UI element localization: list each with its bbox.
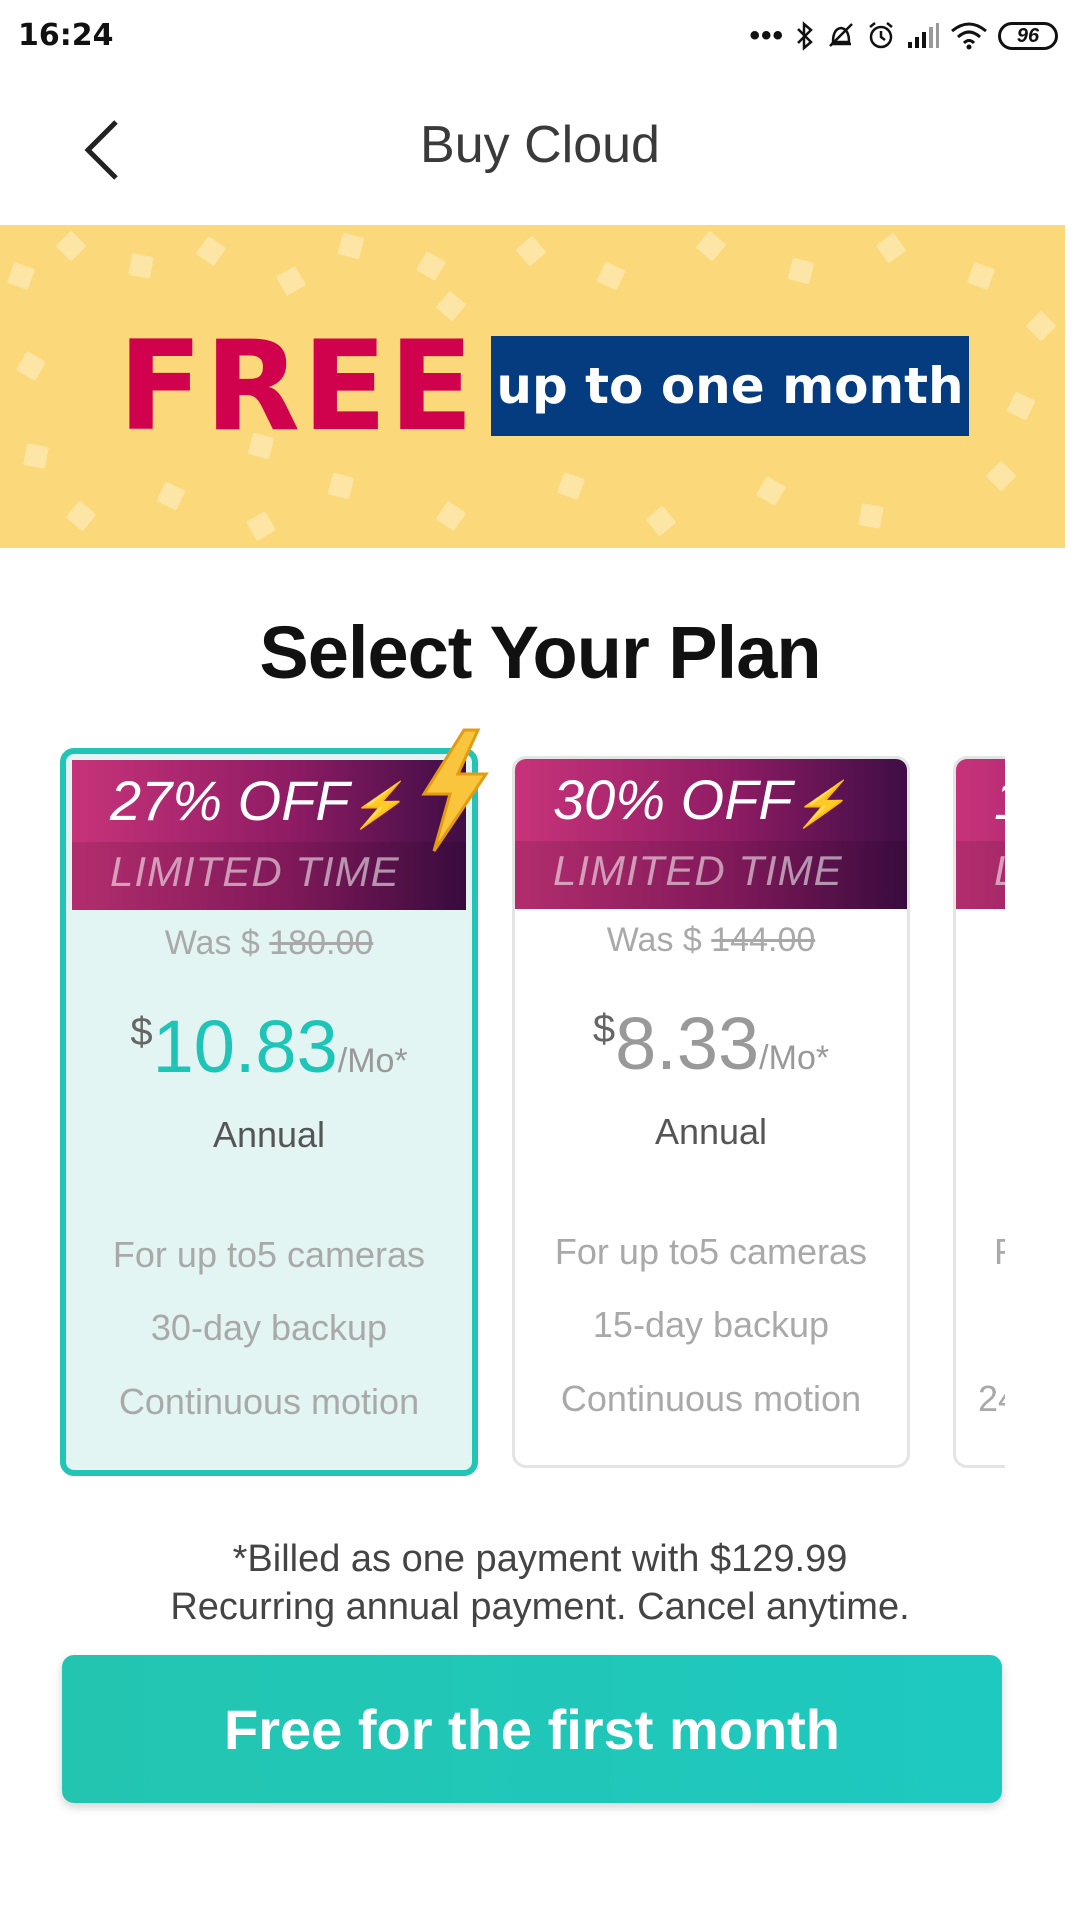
bluetooth-icon xyxy=(797,21,813,51)
lightning-bolt-icon xyxy=(421,728,489,852)
billing-line-2: Recurring annual payment. Cancel anytime… xyxy=(170,1586,910,1628)
bolt-icon: ⚡ xyxy=(792,780,848,830)
billing-line-1: *Billed as one payment with $129.99 xyxy=(232,1538,848,1580)
promo-banner[interactable]: FREE up to one month xyxy=(0,225,1065,548)
plan-card-annual-27[interactable]: 27% OFF⚡ LIMITED TIME Was $ 180.00 $10.8… xyxy=(60,748,478,1476)
more-dots-icon: ••• xyxy=(749,19,784,52)
plan-feature: For up to5 cameras xyxy=(112,1234,426,1275)
battery-icon: 96 xyxy=(998,22,1058,50)
plan-limited-label: LIMITED TIME xyxy=(553,847,843,894)
status-time: 16:24 xyxy=(18,18,114,53)
plan-discount: 1 xyxy=(994,767,1005,832)
free-trial-button[interactable]: Free for the first month xyxy=(62,1655,1002,1803)
section-title: Select Your Plan xyxy=(259,611,821,694)
wifi-icon xyxy=(951,22,987,50)
plan-limited-label: LIMITED TIME xyxy=(110,848,400,895)
plan-feature: 15-day backup xyxy=(592,1304,830,1345)
plan-feature: F xyxy=(994,1231,1005,1273)
plan-feature: For up to5 cameras xyxy=(554,1231,868,1272)
plan-feature: Continuous motion xyxy=(560,1378,862,1419)
alarm-icon xyxy=(869,22,893,49)
plan-card-annual-30[interactable]: 30% OFF⚡ LIMITED TIME Was $ 144.00 $8.33… xyxy=(512,756,910,1468)
plan-feature: 30-day backup xyxy=(150,1307,388,1348)
banner-free-text: FREE xyxy=(118,315,476,459)
plan-carousel[interactable]: 27% OFF⚡ LIMITED TIME Was $ 180.00 $10.8… xyxy=(60,748,1005,1478)
banner-subtitle: up to one month xyxy=(491,336,969,436)
plan-feature: Continuous motion xyxy=(118,1381,420,1422)
plan-was-price: Was $ 180.00 xyxy=(164,924,374,962)
plan-period: Annual xyxy=(212,1114,326,1155)
status-icons: ••• 96 xyxy=(749,16,1058,56)
plan-period: Annual xyxy=(654,1111,768,1152)
billing-note: *Billed as one payment with $129.99 Recu… xyxy=(0,1535,1080,1631)
plan-price: $8.33/Mo* xyxy=(592,1002,830,1085)
mute-bell-icon xyxy=(829,23,853,47)
plan-price: $10.83/Mo* xyxy=(130,1005,408,1088)
plan-discount: 30% OFF⚡ xyxy=(553,768,848,831)
plan-feature: 24 xyxy=(978,1378,1005,1419)
plan-header: 27% OFF⚡ LIMITED TIME xyxy=(72,760,466,910)
plan-card-partial[interactable]: 1 L F 24 xyxy=(953,756,1005,1468)
bolt-icon: ⚡ xyxy=(349,781,405,831)
plan-was-price: Was $ 144.00 xyxy=(606,921,816,959)
plan-header: 1 L xyxy=(956,759,1005,909)
page-title: Buy Cloud xyxy=(420,116,660,174)
plan-discount: 27% OFF⚡ xyxy=(110,769,405,832)
plan-limited-label: L xyxy=(994,847,1005,895)
signal-icon xyxy=(908,23,939,48)
status-bar: 16:24 ••• 96 xyxy=(0,0,1080,75)
app-header: Buy Cloud xyxy=(0,75,1080,225)
plan-header: 30% OFF⚡ LIMITED TIME xyxy=(515,759,907,909)
